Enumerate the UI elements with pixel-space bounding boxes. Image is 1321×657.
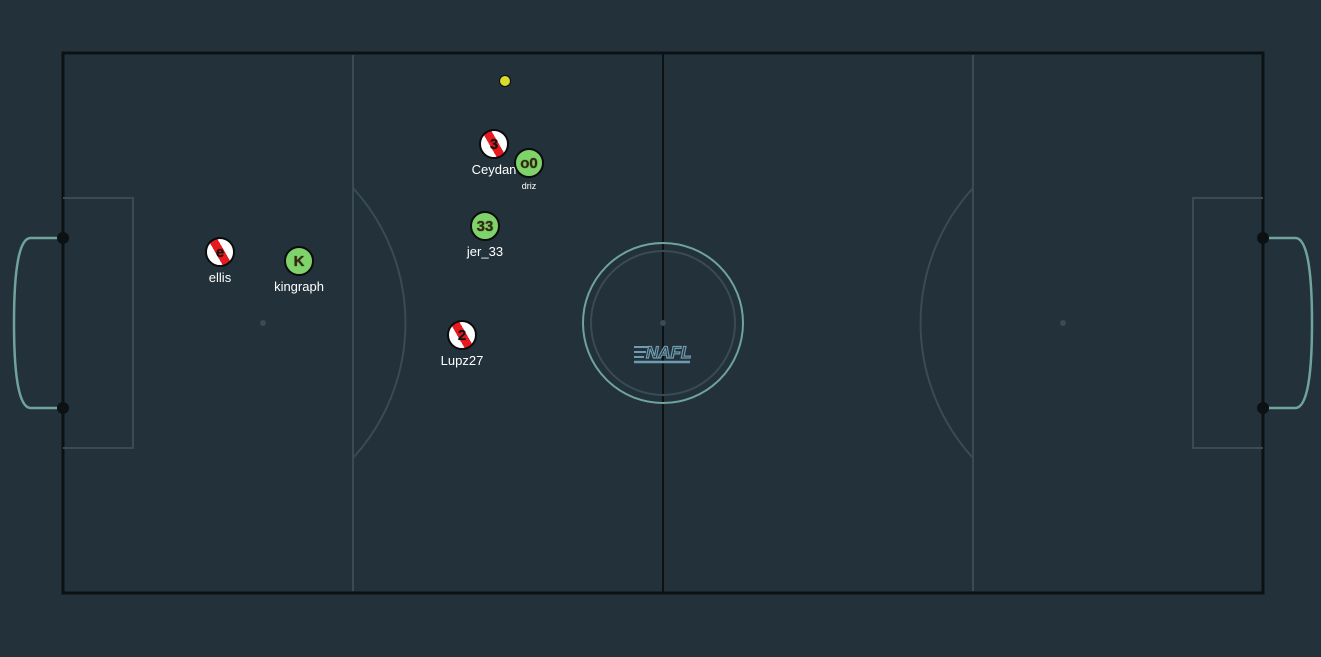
player-avatar: 33 xyxy=(476,217,494,235)
right-spot xyxy=(1060,320,1066,326)
ball xyxy=(499,75,511,87)
player-nick: jer_33 xyxy=(466,244,504,259)
left-box xyxy=(63,197,134,449)
right-arc xyxy=(919,187,974,459)
left-spot xyxy=(260,320,266,326)
left-goal-post-top xyxy=(57,232,69,244)
player-disc: 2 xyxy=(447,320,477,350)
game-canvas[interactable]: NAFL 3 Ceydan o0 driz 33 jer_33 e ellis … xyxy=(0,0,1321,657)
right-goal-net xyxy=(1263,236,1314,410)
player-disc: K xyxy=(284,246,314,276)
player-disc: o0 xyxy=(514,148,544,178)
player-disc: 33 xyxy=(470,211,500,241)
player-ellis: e ellis xyxy=(205,237,235,285)
pitch: NAFL xyxy=(12,51,1314,595)
player-disc: 3 xyxy=(479,129,509,159)
nafl-logo: NAFL xyxy=(634,342,692,364)
left-arc xyxy=(352,187,407,459)
player-avatar: 3 xyxy=(489,135,499,153)
left-goal-net xyxy=(12,236,63,410)
right-goal-post-bottom xyxy=(1257,402,1269,414)
center-spot xyxy=(660,320,666,326)
left-goal-post-bottom xyxy=(57,402,69,414)
player-ceydan: 3 Ceydan xyxy=(472,129,516,177)
player-lupz27: 2 Lupz27 xyxy=(441,320,483,368)
player-jer_33: 33 jer_33 xyxy=(467,211,503,259)
player-kingraph: K kingraph xyxy=(274,246,324,294)
player-nick: kingraph xyxy=(274,279,324,294)
right-box xyxy=(1192,197,1263,449)
right-goal-post-top xyxy=(1257,232,1269,244)
player-nick: Lupz27 xyxy=(440,353,484,368)
player-disc: e xyxy=(205,237,235,267)
player-nick: driz xyxy=(521,181,537,191)
player-avatar: e xyxy=(215,243,225,261)
player-avatar: K xyxy=(293,252,305,270)
player-avatar: 2 xyxy=(457,326,467,344)
player-driz: o0 driz xyxy=(514,148,544,191)
player-avatar: o0 xyxy=(520,154,538,172)
logo-text: NAFL xyxy=(646,343,691,362)
